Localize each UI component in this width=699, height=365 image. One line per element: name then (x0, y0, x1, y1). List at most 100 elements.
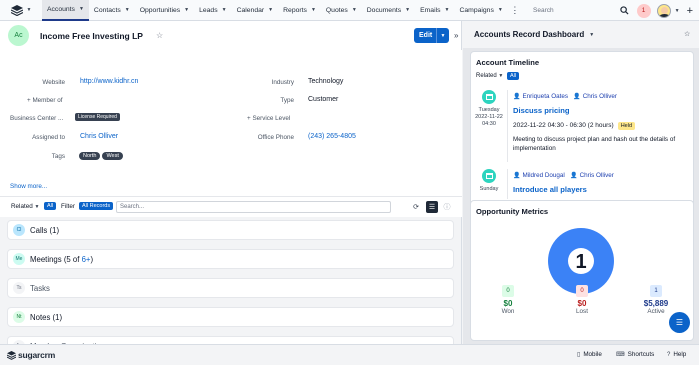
nav-tab-opportunities[interactable]: Opportunities ▼ (135, 0, 194, 21)
user-avatar[interactable] (656, 3, 671, 18)
service-level-label: Service Level (252, 115, 291, 122)
favorite-star-icon[interactable]: ☆ (156, 31, 163, 40)
module-badge: Me (13, 253, 25, 265)
chevron-down-icon[interactable]: ▼ (222, 7, 227, 13)
mobile-link[interactable]: ▯ Mobile (577, 351, 602, 358)
subpanel-count: (1) (52, 312, 63, 322)
nav-tab-accounts[interactable]: Accounts ▼ (42, 0, 89, 21)
sugarcrm-logo[interactable]: sugarcrm (7, 350, 55, 360)
metric-value: $0 (577, 299, 587, 308)
chevron-down-icon[interactable]: ▼ (352, 7, 357, 13)
timeline-subject[interactable]: Discuss pricing (513, 106, 570, 115)
global-search-input[interactable]: Search (533, 3, 605, 18)
industry-value[interactable]: Technology (308, 78, 343, 85)
type-label: Type (280, 97, 294, 104)
timeline-time: 04:30 (482, 121, 496, 127)
shortcuts-link[interactable]: ⌨ Shortcuts (616, 351, 654, 358)
nav-tab-label: Calendar (236, 6, 265, 14)
timeline-day: Tuesday (478, 107, 500, 113)
subpanel-calls[interactable]: Cl Calls (1) (7, 220, 454, 240)
member-of-field[interactable]: + Member of (27, 97, 63, 104)
chevron-down-icon[interactable]: ▼ (405, 7, 410, 13)
notification-badge[interactable]: 1 (636, 3, 651, 18)
search-icon[interactable] (619, 6, 629, 15)
subpanel-notes[interactable]: Nt Notes (1) (7, 307, 454, 327)
service-level-field[interactable]: + Service Level (247, 115, 290, 122)
layers-icon (10, 4, 23, 16)
more-tabs-button[interactable]: ⋮ (508, 5, 522, 16)
chevron-down-icon[interactable]: ▼ (589, 32, 594, 38)
dashboard-title[interactable]: Accounts Record Dashboard (474, 30, 584, 39)
info-icon[interactable]: ⓘ (441, 201, 453, 213)
chevron-down-icon[interactable]: ▼ (184, 7, 189, 13)
chevron-down-icon[interactable]: ▼ (437, 33, 449, 39)
timeline-subject[interactable]: Introduce all players (513, 185, 587, 194)
type-value[interactable]: Customer (308, 96, 338, 103)
timeline-when-text: 2022-11-22 04:30 - 06:30 (2 hours) (513, 122, 614, 129)
record-avatar: Ac (8, 25, 29, 46)
quick-create-plus-icon[interactable]: + (687, 5, 693, 17)
dashboard-favorite-icon[interactable]: ☆ (684, 30, 690, 38)
nav-tab-quotes[interactable]: Quotes ▼ (321, 0, 362, 21)
all-records-pill[interactable]: All Records (79, 202, 114, 210)
subpanel-count-suffix: ) (90, 254, 94, 264)
nav-tab-documents[interactable]: Documents ▼ (362, 0, 415, 21)
chevron-down-icon: ▼ (498, 73, 504, 79)
list-view-icon[interactable]: ☰ (426, 201, 438, 213)
participant-link[interactable]: Mildred Dougal (522, 172, 564, 179)
collapse-pane-icon[interactable]: » (454, 31, 458, 40)
chevron-down-icon[interactable]: ▼ (498, 7, 503, 13)
nav-tab-label: Contacts (93, 6, 121, 14)
metric-label: Lost (576, 308, 588, 315)
chevron-down-icon[interactable]: ▼ (445, 7, 450, 13)
chevron-down-icon[interactable]: ▼ (675, 8, 680, 14)
app-menu-button[interactable]: ▼ (0, 0, 42, 21)
participant-link[interactable]: Chris Olliver (583, 93, 617, 100)
metric-won: 0 $0 Won (471, 285, 545, 315)
office-phone-value[interactable]: (243) 265-4805 (308, 133, 356, 140)
edit-button[interactable]: Edit ▼ (414, 28, 449, 43)
nav-tab-reports[interactable]: Reports ▼ (278, 0, 321, 21)
chevron-down-icon[interactable]: ▼ (125, 7, 130, 13)
dashboard-pane: Accounts Record Dashboard ▼ ☆ Account Ti… (463, 21, 699, 344)
subpanel-title: Notes (1) (30, 313, 62, 322)
tag-north[interactable]: North (79, 152, 101, 160)
related-dropdown[interactable]: Related ▼ (11, 203, 39, 210)
footer: sugarcrm ▯ Mobile ⌨ Shortcuts ? Help (0, 344, 699, 365)
nav-tab-campaigns[interactable]: Campaigns ▼ (454, 0, 507, 21)
refresh-icon[interactable]: ⟳ (410, 201, 422, 213)
metric-value: $5,889 (643, 299, 669, 308)
subpanel-tasks[interactable]: Ts Tasks (7, 278, 454, 298)
user-icon: 👤 (570, 173, 578, 179)
tag-west[interactable]: West (102, 152, 123, 160)
timeline-related-dropdown[interactable]: Related ▼ All (476, 72, 520, 80)
participant-link[interactable]: Chris Olliver (580, 172, 614, 179)
subpanel-title: Tasks (30, 284, 50, 293)
nav-tab-leads[interactable]: Leads ▼ (194, 0, 231, 21)
chevron-down-icon: ▼ (34, 204, 40, 210)
subpanel-title: Calls (1) (30, 226, 59, 235)
assigned-to-value[interactable]: Chris Olliver (80, 133, 118, 140)
nav-tab-emails[interactable]: Emails ▼ (415, 0, 454, 21)
metric-count-badge: 1 (650, 285, 662, 297)
all-modules-pill[interactable]: All (44, 202, 57, 210)
timeline-title: Account Timeline (476, 58, 540, 67)
nav-tab-label: Quotes (325, 6, 348, 14)
nav-tab-calendar[interactable]: Calendar ▼ (232, 0, 279, 21)
chevron-down-icon[interactable]: ▼ (79, 6, 84, 12)
dashboard-menu-fab[interactable]: ☰ (669, 312, 690, 333)
participant-link[interactable]: Enriqueta Oates (522, 93, 568, 100)
timeline-participants: 👤 Mildred Dougal 👤 Chris Olliver (513, 172, 614, 179)
nav-tab-contacts[interactable]: Contacts ▼ (89, 0, 135, 21)
subpanel-toolbar: Related ▼ All Filter All Records Search.… (0, 196, 462, 217)
help-link[interactable]: ? Help (667, 351, 686, 358)
chevron-down-icon[interactable]: ▼ (268, 7, 273, 13)
license-required-badge: License Required (75, 113, 120, 121)
subpanel-meetings[interactable]: Me Meetings (5 of 6+) (7, 249, 454, 269)
show-more-link[interactable]: Show more... (10, 183, 47, 190)
subpanel-search-input[interactable]: Search... (116, 201, 391, 213)
timeline-all-pill[interactable]: All (506, 72, 520, 80)
shortcuts-label: Shortcuts (627, 351, 655, 358)
chevron-down-icon[interactable]: ▼ (311, 7, 316, 13)
website-value[interactable]: http://www.kidhr.cn (80, 78, 138, 85)
